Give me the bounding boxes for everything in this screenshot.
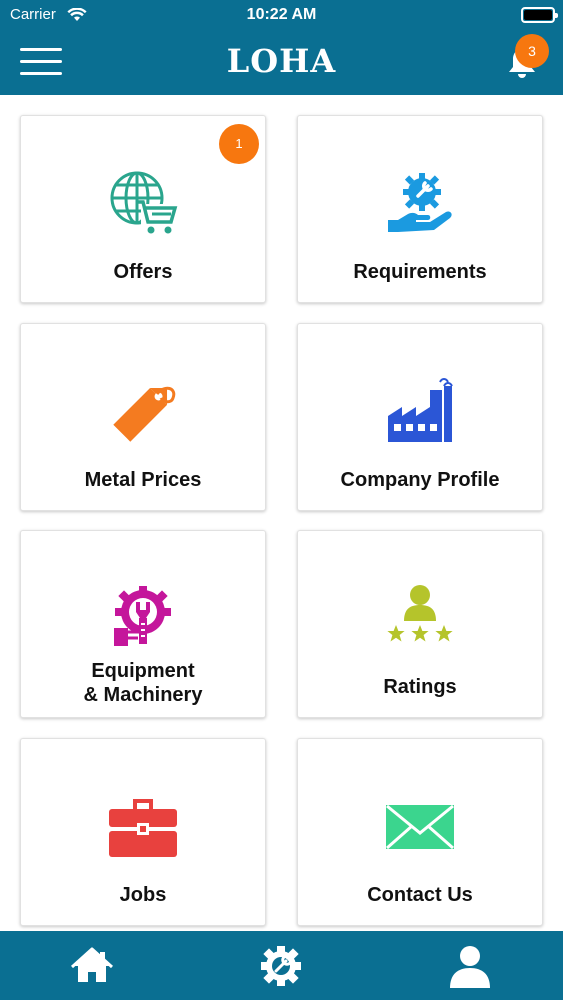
battery-icon [521,7,558,23]
menu-grid: 1 Offers Requirements Metal Prices Compa… [0,95,563,931]
price-tag-icon [113,386,176,442]
briefcase-icon [109,799,177,857]
status-bar: Carrier 10:22 AM [0,0,563,30]
tile-offers[interactable]: 1 Offers [20,115,266,303]
person-stars-icon [387,585,453,642]
home-icon [70,947,114,982]
tab-profile[interactable] [447,943,493,989]
tile-label-line1: Equipment [91,660,195,682]
tile-label: Jobs [119,884,167,906]
app-header: LOHA 3 [0,30,563,95]
app-title: LOHA [226,42,337,80]
tile-company-profile[interactable]: Company Profile [297,323,543,511]
tile-label: Company Profile [340,469,500,491]
tile-label-line2: & Machinery [83,684,203,706]
tile-contact-us[interactable]: Contact Us [297,738,543,926]
globe-cart-icon [110,171,178,234]
hand-gear-icon [388,173,452,232]
profile-icon [450,946,490,988]
notification-count-badge: 3 [515,34,549,68]
tile-metal-prices[interactable]: Metal Prices [20,323,266,511]
tile-ratings[interactable]: Ratings [297,530,543,718]
status-time: 10:22 AM [246,6,317,23]
tile-label: Contact Us [367,884,473,906]
machinery-gear-icon [114,586,171,646]
settings-icon [261,946,301,986]
offers-count-badge: 1 [219,124,259,164]
tile-label: Equipment & Machinery [21,659,265,707]
tile-label: Offers [113,261,173,283]
notifications-button[interactable]: 3 [500,34,550,82]
envelope-icon [386,804,454,850]
tile-label: Ratings [383,676,457,698]
factory-icon [388,378,453,442]
tile-equipment-machinery[interactable]: Equipment & Machinery [20,530,266,718]
tab-settings[interactable] [258,943,304,989]
tile-jobs[interactable]: Jobs [20,738,266,926]
tile-requirements[interactable]: Requirements [297,115,543,303]
tab-home[interactable] [69,943,115,989]
tile-label: Requirements [353,261,487,283]
tile-label: Metal Prices [84,469,202,491]
bottom-tab-bar [0,931,563,1000]
